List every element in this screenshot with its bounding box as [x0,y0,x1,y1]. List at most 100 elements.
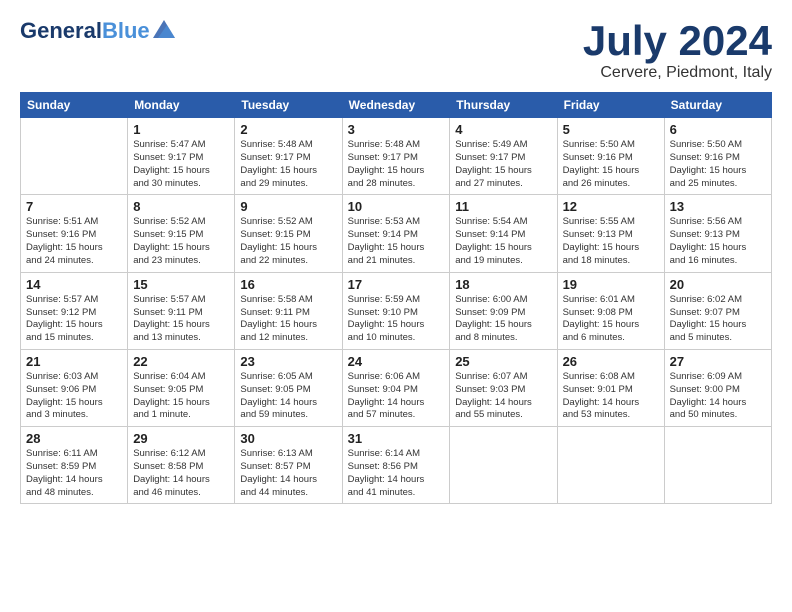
day-info: Sunrise: 6:12 AMSunset: 8:58 PMDaylight:… [133,448,229,499]
table-cell: 23Sunrise: 6:05 AMSunset: 9:05 PMDayligh… [235,349,342,426]
table-cell: 27 Sunrise: 6:09 AMSunset: 9:00 PMDayligh… [664,349,771,426]
table-cell: 31Sunrise: 6:14 AMSunset: 8:56 PMDayligh… [342,427,450,504]
day-info: Sunrise: 5:50 AMSunset: 9:16 PMDaylight:… [670,139,766,190]
day-number: 15 [133,277,229,292]
table-cell: 1 Sunrise: 5:47 AMSunset: 9:17 PMDaylight… [128,118,235,195]
table-cell: 13 Sunrise: 5:56 AMSunset: 9:13 PMDayligh… [664,195,771,272]
day-info: Sunrise: 5:50 AMSunset: 9:16 PMDaylight:… [563,139,659,190]
table-cell: 9Sunrise: 5:52 AMSunset: 9:15 PMDaylight… [235,195,342,272]
col-saturday: Saturday [664,93,771,118]
table-cell: 3 Sunrise: 5:48 AMSunset: 9:17 PMDaylight… [342,118,450,195]
table-cell: 14Sunrise: 5:57 AMSunset: 9:12 PMDayligh… [21,272,128,349]
table-cell: 26 Sunrise: 6:08 AMSunset: 9:01 PMDayligh… [557,349,664,426]
day-number: 28 [26,431,122,446]
day-number: 5 [563,122,659,137]
table-cell: 29 Sunrise: 6:12 AMSunset: 8:58 PMDayligh… [128,427,235,504]
table-cell: 6 Sunrise: 5:50 AMSunset: 9:16 PMDaylight… [664,118,771,195]
table-cell: 20 Sunrise: 6:02 AMSunset: 9:07 PMDayligh… [664,272,771,349]
day-number: 8 [133,199,229,214]
day-info: Sunrise: 5:56 AMSunset: 9:13 PMDaylight:… [670,216,766,267]
table-cell: 18 Sunrise: 6:00 AMSunset: 9:09 PMDayligh… [450,272,557,349]
day-number: 20 [670,277,766,292]
day-number: 12 [563,199,659,214]
table-cell [664,427,771,504]
calendar-table: Sunday Monday Tuesday Wednesday Thursday… [20,92,772,504]
day-number: 21 [26,354,122,369]
logo-blue: Blue [102,18,150,44]
table-cell: 16 Sunrise: 5:58 AMSunset: 9:11 PMDayligh… [235,272,342,349]
day-info: Sunrise: 6:07 AMSunset: 9:03 PMDaylight:… [455,371,551,422]
day-info: Sunrise: 5:52 AMSunset: 9:15 PMDaylight:… [240,216,336,267]
day-info: Sunrise: 6:13 AMSunset: 8:57 PMDaylight:… [240,448,336,499]
col-tuesday: Tuesday [235,93,342,118]
table-cell: 2Sunrise: 5:48 AMSunset: 9:17 PMDaylight… [235,118,342,195]
calendar-week-row: 1 Sunrise: 5:47 AMSunset: 9:17 PMDaylight… [21,118,772,195]
day-number: 1 [133,122,229,137]
day-info: Sunrise: 5:55 AMSunset: 9:13 PMDaylight:… [563,216,659,267]
table-cell: 12 Sunrise: 5:55 AMSunset: 9:13 PMDayligh… [557,195,664,272]
day-info: Sunrise: 6:06 AMSunset: 9:04 PMDaylight:… [348,371,445,422]
table-cell: 15 Sunrise: 5:57 AMSunset: 9:11 PMDayligh… [128,272,235,349]
day-info: Sunrise: 5:47 AMSunset: 9:17 PMDaylight:… [133,139,229,190]
title-block: July 2024 Cervere, Piedmont, Italy [583,18,772,82]
day-number: 6 [670,122,766,137]
calendar-week-row: 7Sunrise: 5:51 AMSunset: 9:16 PMDaylight… [21,195,772,272]
day-number: 16 [240,277,336,292]
table-cell: 25 Sunrise: 6:07 AMSunset: 9:03 PMDayligh… [450,349,557,426]
day-info: Sunrise: 5:59 AMSunset: 9:10 PMDaylight:… [348,294,445,345]
day-info: Sunrise: 5:49 AMSunset: 9:17 PMDaylight:… [455,139,551,190]
col-thursday: Thursday [450,93,557,118]
logo-general: General [20,18,102,44]
day-number: 4 [455,122,551,137]
logo-icon [153,20,175,38]
day-info: Sunrise: 6:01 AMSunset: 9:08 PMDaylight:… [563,294,659,345]
col-wednesday: Wednesday [342,93,450,118]
day-info: Sunrise: 6:03 AMSunset: 9:06 PMDaylight:… [26,371,122,422]
day-number: 3 [348,122,445,137]
calendar-header-row: Sunday Monday Tuesday Wednesday Thursday… [21,93,772,118]
table-cell: 19 Sunrise: 6:01 AMSunset: 9:08 PMDayligh… [557,272,664,349]
table-cell: 11Sunrise: 5:54 AMSunset: 9:14 PMDayligh… [450,195,557,272]
page: GeneralBlue July 2024 Cervere, Piedmont,… [0,0,792,516]
day-info: Sunrise: 5:53 AMSunset: 9:14 PMDaylight:… [348,216,445,267]
day-info: Sunrise: 5:57 AMSunset: 9:11 PMDaylight:… [133,294,229,345]
day-number: 30 [240,431,336,446]
day-info: Sunrise: 5:52 AMSunset: 9:15 PMDaylight:… [133,216,229,267]
table-cell [450,427,557,504]
calendar-week-row: 28 Sunrise: 6:11 AMSunset: 8:59 PMDayligh… [21,427,772,504]
day-number: 13 [670,199,766,214]
day-number: 25 [455,354,551,369]
day-number: 22 [133,354,229,369]
day-info: Sunrise: 6:09 AMSunset: 9:00 PMDaylight:… [670,371,766,422]
day-number: 7 [26,199,122,214]
day-info: Sunrise: 5:48 AMSunset: 9:17 PMDaylight:… [240,139,336,190]
day-number: 26 [563,354,659,369]
location-title: Cervere, Piedmont, Italy [583,64,772,82]
day-number: 10 [348,199,445,214]
day-number: 31 [348,431,445,446]
day-info: Sunrise: 6:08 AMSunset: 9:01 PMDaylight:… [563,371,659,422]
table-cell [21,118,128,195]
col-sunday: Sunday [21,93,128,118]
day-info: Sunrise: 6:02 AMSunset: 9:07 PMDaylight:… [670,294,766,345]
day-number: 23 [240,354,336,369]
day-info: Sunrise: 6:00 AMSunset: 9:09 PMDaylight:… [455,294,551,345]
day-number: 29 [133,431,229,446]
day-number: 17 [348,277,445,292]
day-number: 18 [455,277,551,292]
day-number: 11 [455,199,551,214]
table-cell: 24 Sunrise: 6:06 AMSunset: 9:04 PMDayligh… [342,349,450,426]
calendar-week-row: 21 Sunrise: 6:03 AMSunset: 9:06 PMDayligh… [21,349,772,426]
day-info: Sunrise: 6:11 AMSunset: 8:59 PMDaylight:… [26,448,122,499]
table-cell: 30 Sunrise: 6:13 AMSunset: 8:57 PMDayligh… [235,427,342,504]
day-number: 24 [348,354,445,369]
header: GeneralBlue July 2024 Cervere, Piedmont,… [20,18,772,82]
table-cell: 5 Sunrise: 5:50 AMSunset: 9:16 PMDaylight… [557,118,664,195]
day-info: Sunrise: 5:58 AMSunset: 9:11 PMDaylight:… [240,294,336,345]
day-info: Sunrise: 5:57 AMSunset: 9:12 PMDaylight:… [26,294,122,345]
day-info: Sunrise: 5:48 AMSunset: 9:17 PMDaylight:… [348,139,445,190]
day-number: 19 [563,277,659,292]
table-cell: 10 Sunrise: 5:53 AMSunset: 9:14 PMDayligh… [342,195,450,272]
calendar-week-row: 14Sunrise: 5:57 AMSunset: 9:12 PMDayligh… [21,272,772,349]
day-number: 27 [670,354,766,369]
